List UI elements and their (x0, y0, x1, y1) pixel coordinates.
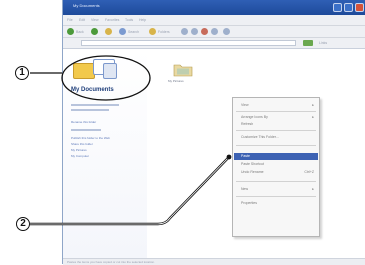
forward-icon[interactable] (91, 28, 98, 35)
context-menu: View ▸ Arrange Icons By ▸ Refresh Custom… (232, 97, 320, 237)
back-icon[interactable] (67, 28, 74, 35)
address-bar: Links (63, 38, 365, 49)
address-field[interactable] (81, 40, 296, 46)
move-to-icon[interactable] (181, 28, 188, 35)
menu-item-shortcut: Ctrl+Z (304, 170, 314, 174)
close-icon[interactable] (355, 3, 364, 12)
explorer-window: My Documents File Edit View Favorites To… (62, 0, 365, 265)
links-label[interactable]: Links (319, 41, 327, 45)
my-pictures-link[interactable]: My Pictures (71, 148, 87, 152)
delete-icon[interactable] (201, 28, 208, 35)
title-bar[interactable]: My Documents (63, 0, 365, 15)
minimize-icon[interactable] (333, 3, 342, 12)
back-label[interactable]: Back (76, 30, 84, 34)
menu-bar: File Edit View Favorites Tools Help (63, 15, 365, 26)
menu-item-view[interactable]: View ▸ (234, 102, 318, 109)
menu-item-label: Refresh (241, 122, 254, 126)
share-folder-link[interactable]: Share this folder (71, 142, 93, 146)
pane-divider (71, 129, 101, 131)
up-folder-icon[interactable] (105, 28, 112, 35)
go-button[interactable] (303, 40, 313, 46)
menu-item-new[interactable]: New ▸ (234, 186, 318, 193)
callout-number-2: 2 (16, 217, 30, 231)
pane-divider (71, 104, 119, 106)
status-text: Pastes the items you have copied or cut … (67, 260, 155, 264)
folders-icon[interactable] (149, 28, 156, 35)
menu-separator (236, 130, 316, 131)
menu-favorites[interactable]: Favorites (105, 18, 119, 22)
maximize-icon[interactable] (344, 3, 353, 12)
menu-tools[interactable]: Tools (125, 18, 133, 22)
menu-item-refresh[interactable]: Refresh (234, 121, 318, 128)
menu-item-label: Customize This Folder... (241, 135, 279, 139)
menu-view[interactable]: View (91, 18, 99, 22)
rename-folder-link[interactable]: Rename this folder (71, 120, 96, 124)
menu-file[interactable]: File (67, 18, 73, 22)
folder-icon (73, 63, 95, 79)
menu-item-label: Paste Shortcut (241, 162, 264, 166)
my-computer-link[interactable]: My Computer (71, 154, 89, 158)
menu-item-label: Arrange Icons By (241, 115, 268, 119)
submenu-arrow-icon: ▸ (312, 187, 314, 191)
task-pane: My Documents Rename this folder Publish … (63, 49, 147, 258)
menu-separator (236, 196, 316, 197)
menu-item-label: Properties (241, 201, 257, 205)
callout-number-1: 1 (15, 66, 29, 80)
menu-item-arrange-icons[interactable]: Arrange Icons By ▸ (234, 114, 318, 121)
menu-item-customize[interactable]: Customize This Folder... (234, 134, 318, 141)
menu-item-label: New (241, 187, 249, 191)
menu-item-properties[interactable]: Properties (234, 200, 318, 207)
menu-item-paste[interactable]: Paste (234, 153, 318, 160)
pane-divider (71, 109, 109, 111)
menu-separator (236, 111, 316, 112)
document-icon-2 (103, 63, 117, 79)
file-label[interactable]: My Pictures (168, 79, 184, 83)
folders-label[interactable]: Folders (158, 30, 170, 34)
search-label[interactable]: Search (128, 30, 139, 34)
menu-item-label: Paste (241, 154, 250, 158)
content-area[interactable]: My Documents Rename this folder Publish … (63, 49, 365, 258)
search-icon[interactable] (119, 28, 126, 35)
toolbar: Back Search Folders (63, 26, 365, 38)
menu-separator (236, 145, 316, 146)
menu-help[interactable]: Help (139, 18, 146, 22)
views-icon[interactable] (223, 28, 230, 35)
menu-separator (236, 181, 316, 182)
menu-item-paste-shortcut[interactable]: Paste Shortcut (234, 161, 318, 168)
menu-edit[interactable]: Edit (79, 18, 85, 22)
menu-item-label: Undo Rename (241, 170, 264, 174)
folder-title: My Documents (71, 87, 114, 93)
menu-item-undo[interactable]: Undo Rename Ctrl+Z (234, 169, 318, 176)
window-title: My Documents (73, 3, 100, 8)
submenu-arrow-icon: ▸ (312, 103, 314, 107)
copy-to-icon[interactable] (191, 28, 198, 35)
publish-folder-link[interactable]: Publish this folder to the Web (71, 136, 110, 140)
undo-icon[interactable] (211, 28, 218, 35)
submenu-arrow-icon: ▸ (312, 115, 314, 119)
folder-icon[interactable] (173, 62, 193, 77)
menu-item-label: View (241, 103, 249, 107)
